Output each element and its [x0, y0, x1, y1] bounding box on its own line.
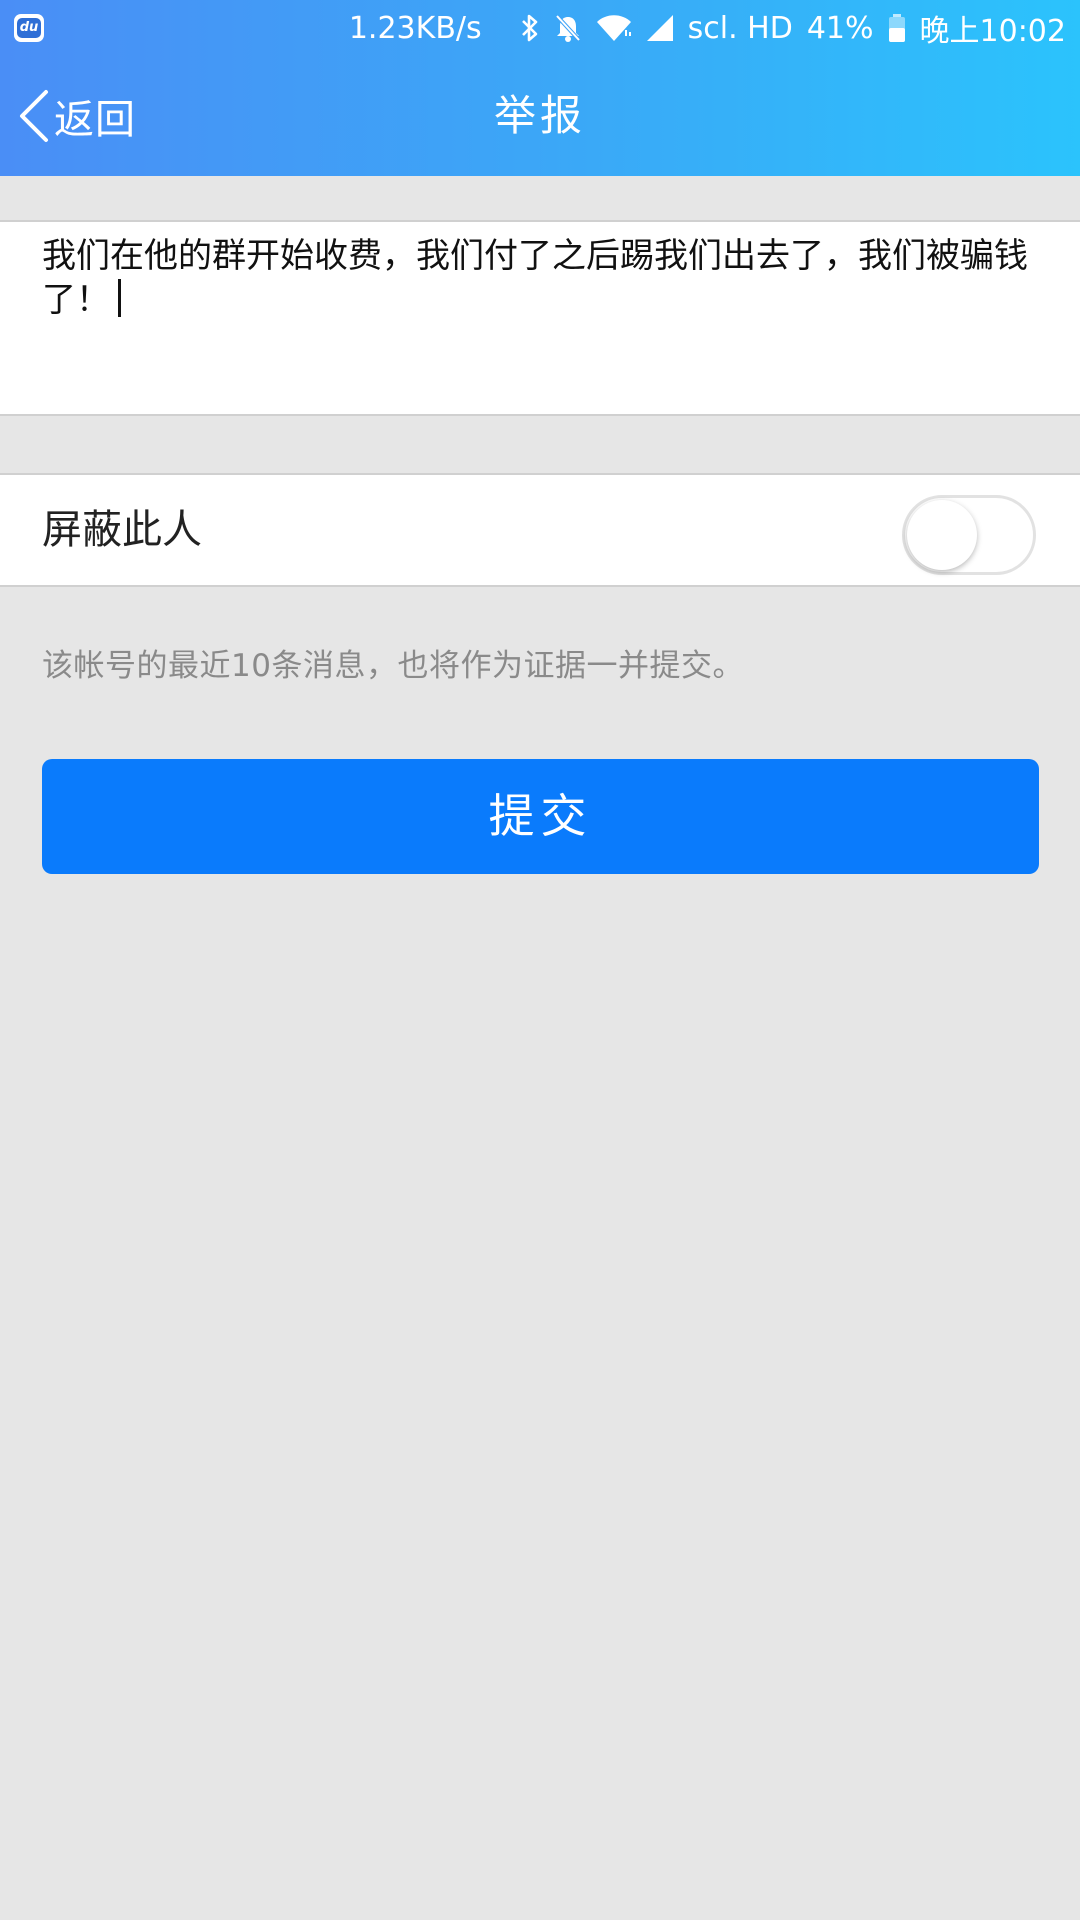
cell-signal-icon — [646, 14, 674, 42]
page-title: 举报 — [493, 91, 586, 140]
battery-icon — [888, 13, 906, 43]
app-notification-icon: du — [14, 14, 44, 42]
text-cursor — [118, 279, 121, 317]
net-speed: 1.23KB/s — [348, 10, 482, 46]
submit-button[interactable]: 提交 — [42, 759, 1039, 874]
evidence-hint: 该帐号的最近10条消息，也将作为证据一并提交。 — [42, 648, 744, 684]
report-text-content: 我们在他的群开始收费，我们付了之后踢我们出去了，我们被骗钱了！ — [42, 234, 1042, 322]
header: du 1.23KB/s scl. HD 41% 晚上10:02 返回 举报 — [0, 0, 1080, 176]
battery-percent: 41% — [806, 10, 874, 46]
block-user-toggle[interactable] — [902, 495, 1036, 575]
report-textarea[interactable]: 我们在他的群开始收费，我们付了之后踢我们出去了，我们被骗钱了！ — [0, 220, 1080, 416]
toggle-knob — [907, 500, 977, 570]
block-user-row: 屏蔽此人 — [0, 473, 1080, 587]
bell-off-icon — [554, 13, 582, 43]
block-user-label: 屏蔽此人 — [42, 507, 202, 553]
bluetooth-icon — [520, 13, 540, 43]
wifi-icon — [596, 13, 632, 43]
status-right: 1.23KB/s scl. HD 41% 晚上10:02 — [349, 0, 1066, 56]
clock: 晚上10:02 — [919, 14, 1066, 49]
status-bar: du 1.23KB/s scl. HD 41% 晚上10:02 — [0, 0, 1080, 56]
carrier-label: scl. HD — [687, 10, 793, 46]
report-text: 我们在他的群开始收费，我们付了之后踢我们出去了，我们被骗钱了！ — [42, 236, 1028, 320]
navbar: 返回 举报 — [0, 56, 1080, 176]
app-icon-text: du — [17, 18, 41, 38]
